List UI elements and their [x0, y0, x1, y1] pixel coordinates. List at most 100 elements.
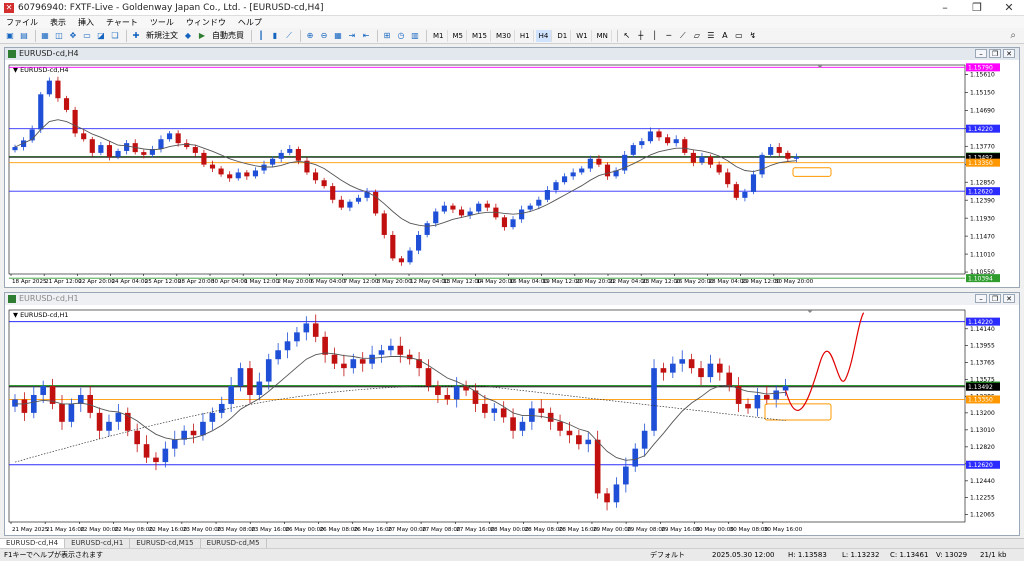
navigator-icon[interactable]: ✥ [67, 30, 79, 42]
candle-body [425, 368, 432, 387]
new-order-button[interactable]: 新規注文 [144, 30, 180, 42]
y-tick-label: 1.13955 [970, 343, 995, 350]
menu-file[interactable]: ファイル [0, 17, 44, 28]
plot-area [8, 309, 966, 523]
timeframe-m5[interactable]: M5 [450, 29, 467, 42]
chart-window-icon [8, 295, 16, 303]
candle-body [287, 148, 293, 153]
indicators-icon[interactable]: ⊞ [381, 30, 393, 42]
chart-minimize-button[interactable]: – [975, 294, 987, 303]
trendline-icon[interactable]: ⟋ [677, 30, 689, 42]
candle-body [768, 147, 774, 155]
timeframe-m30[interactable]: M30 [493, 29, 515, 42]
chart-window-h4[interactable]: EURUSD-cd,H4 – ❐ ✕ ▼ EURUSD-cd,H4 1.15610… [4, 47, 1020, 288]
candle-body [763, 394, 770, 400]
menu-insert[interactable]: 挿入 [72, 17, 100, 28]
fibonacci-icon[interactable]: ☰ [705, 30, 717, 42]
timeframe-h4[interactable]: H4 [535, 29, 553, 42]
cursor-icon[interactable]: ↖ [621, 30, 633, 42]
folder-icon[interactable]: ❏ [109, 30, 121, 42]
window-title: 60796940: FXTF-Live - Goldenway Japan Co… [18, 2, 324, 13]
profiles-icon[interactable]: ▤ [18, 30, 30, 42]
line-chart-icon[interactable]: ⟋ [283, 30, 295, 42]
periods-icon[interactable]: ◷ [395, 30, 407, 42]
tab-eurusd-h4[interactable]: EURUSD-cd,H4 [0, 539, 66, 548]
candle-body [594, 439, 601, 494]
candle-body [106, 145, 113, 157]
chart-restore-button[interactable]: ❐ [989, 49, 1001, 58]
autoscroll-icon[interactable]: ⇤ [360, 30, 372, 42]
candle-body [256, 381, 263, 395]
channel-icon[interactable]: ▱ [691, 30, 703, 42]
tab-eurusd-h1[interactable]: EURUSD-cd,H1 [65, 539, 131, 548]
bar-chart-icon[interactable]: ┃ [255, 30, 267, 42]
auto-trade-button[interactable]: 自動売買 [210, 30, 246, 42]
maximize-button[interactable]: ❐ [962, 0, 992, 16]
candle-body [604, 493, 610, 503]
tile-windows-icon[interactable]: ▦ [332, 30, 344, 42]
auto-trade-icon[interactable]: ▶ [196, 30, 208, 42]
chart-h1-canvas[interactable]: ▼ EURUSD-cd,H11.141401.139551.137651.135… [5, 306, 1019, 536]
vertical-line-icon[interactable]: │ [649, 30, 661, 42]
chart-restore-button[interactable]: ❐ [989, 294, 1001, 303]
chart-close-button[interactable]: ✕ [1003, 49, 1015, 58]
minimize-button[interactable]: – [930, 0, 960, 16]
timeframe-mn[interactable]: MN [594, 29, 612, 42]
templates-icon[interactable]: ▥ [409, 30, 421, 42]
status-profile: デフォルト [650, 551, 685, 559]
chart-minimize-button[interactable]: – [975, 49, 987, 58]
status-low: L: 1.13232 [842, 551, 880, 559]
market-watch-icon[interactable]: ▦ [39, 30, 51, 42]
zoom-out-icon[interactable]: ⊖ [318, 30, 330, 42]
candle-body [782, 386, 789, 391]
candle-body [707, 363, 714, 378]
chart-window-title: EURUSD-cd,H1 [5, 293, 1019, 305]
candle-body [776, 147, 782, 153]
tester-icon[interactable]: ◪ [95, 30, 107, 42]
candle-body [673, 139, 679, 144]
y-tick-label: 1.13010 [970, 427, 995, 434]
timeframe-h1[interactable]: H1 [517, 29, 534, 42]
price-tag-label: 1.12620 [968, 188, 993, 195]
horizontal-line-icon[interactable]: ─ [663, 30, 675, 42]
search-icon[interactable]: ⌕ [1010, 30, 1016, 41]
timeframe-w1[interactable]: W1 [573, 29, 592, 42]
candle-body [450, 205, 456, 210]
text-icon[interactable]: A [719, 30, 731, 42]
chart-window-controls: – ❐ ✕ [975, 294, 1015, 303]
crosshair-icon[interactable]: ┼ [635, 30, 647, 42]
tab-eurusd-m15[interactable]: EURUSD-cd,M15 [130, 539, 201, 548]
x-tick-label: 23 May 00:00 [183, 527, 222, 533]
candle-body [698, 368, 704, 378]
new-order-icon[interactable]: ✚ [130, 30, 142, 42]
timeframe-d1[interactable]: D1 [554, 29, 572, 42]
terminal-icon[interactable]: ▭ [81, 30, 93, 42]
metaeditor-icon[interactable]: ◆ [182, 30, 194, 42]
candle-chart-icon[interactable]: ▮ [269, 30, 281, 42]
chart-shift-icon[interactable]: ⇥ [346, 30, 358, 42]
menu-chart[interactable]: チャート [100, 17, 144, 28]
menu-tools[interactable]: ツール [144, 17, 180, 28]
candle-body [40, 386, 47, 395]
chart-window-title: EURUSD-cd,H4 [5, 48, 1019, 60]
chart-close-button[interactable]: ✕ [1003, 294, 1015, 303]
candle-body [295, 148, 301, 161]
zoom-in-icon[interactable]: ⊕ [304, 30, 316, 42]
arrows-icon[interactable]: ↯ [747, 30, 759, 42]
new-chart-icon[interactable]: ▣ [4, 30, 16, 42]
chart-h4-canvas[interactable]: ▼ EURUSD-cd,H41.156101.151501.146901.142… [5, 61, 1019, 288]
label-icon[interactable]: ▭ [733, 30, 745, 42]
candle-body [72, 109, 78, 134]
timeframe-m1[interactable]: M1 [430, 29, 448, 42]
menu-help[interactable]: ヘルプ [232, 17, 268, 28]
chart-window-h1[interactable]: EURUSD-cd,H1 – ❐ ✕ ▼ EURUSD-cd,H1 1.14140… [4, 292, 1020, 536]
x-tick-label: 26 May 08:00 [320, 527, 359, 533]
tab-eurusd-m5[interactable]: EURUSD-cd,M5 [201, 539, 267, 548]
timeframe-m15[interactable]: M15 [469, 29, 491, 42]
candle-body [115, 412, 122, 422]
data-window-icon[interactable]: ◫ [53, 30, 65, 42]
candle-body [341, 363, 347, 369]
menu-view[interactable]: 表示 [44, 17, 72, 28]
close-button[interactable]: ✕ [994, 0, 1024, 16]
menu-window[interactable]: ウィンドウ [180, 17, 232, 28]
